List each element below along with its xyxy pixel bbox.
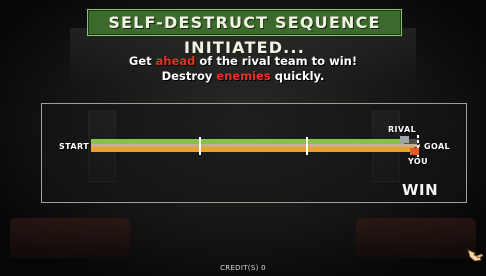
goal-label: GOAL (424, 142, 451, 151)
hand-pointer-icon (467, 249, 484, 262)
instruction-text: Get (128, 54, 156, 68)
background-seat (356, 218, 476, 258)
instruction-text: quickly. (270, 69, 325, 83)
instruction-highlight: enemies (216, 69, 271, 83)
instruction-text: of the rival team to win! (195, 54, 358, 68)
instruction-line-2: Destroy enemies quickly. (100, 69, 386, 84)
mission-instructions: Get ahead of the rival team to win! Dest… (100, 54, 386, 84)
rival-label: RIVAL (388, 125, 417, 134)
you-label: YOU (408, 157, 429, 166)
instruction-highlight: ahead (155, 54, 196, 68)
background-seat (10, 218, 130, 258)
checkpoint-marker (199, 137, 201, 155)
you-marker (410, 148, 419, 155)
title-banner: SELF-DESTRUCT SEQUENCE INITIATED... (87, 9, 402, 57)
you-progress-bar (91, 147, 414, 152)
race-result: WIN (402, 181, 439, 199)
progress-track (91, 135, 420, 157)
banner-title: SELF-DESTRUCT SEQUENCE INITIATED... (108, 13, 381, 57)
start-label: START (59, 142, 90, 151)
instruction-text: Destroy (161, 69, 217, 83)
game-screen: SELF-DESTRUCT SEQUENCE INITIATED... Get … (0, 0, 486, 276)
credits-counter: CREDIT(S) 0 (220, 264, 266, 272)
instruction-line-1: Get ahead of the rival team to win! (100, 54, 386, 69)
checkpoint-marker (306, 137, 308, 155)
rival-marker (400, 136, 409, 143)
